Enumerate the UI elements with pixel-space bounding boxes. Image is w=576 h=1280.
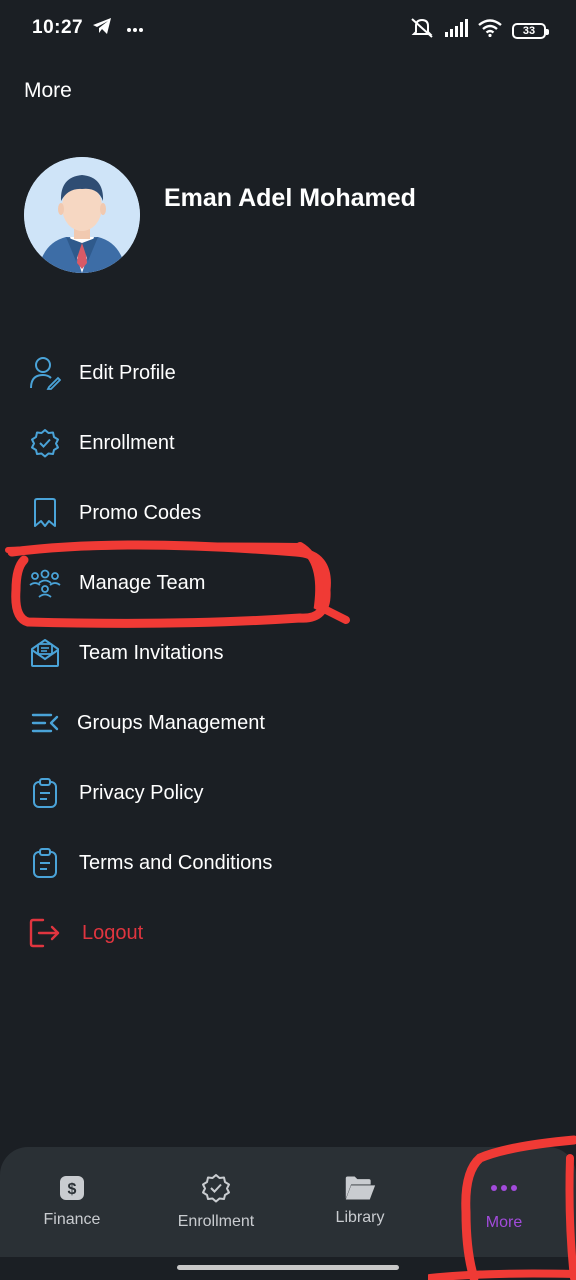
- nav-label: More: [485, 1214, 523, 1231]
- menu-item-logout[interactable]: Logout: [0, 898, 576, 968]
- telegram-icon: [92, 17, 112, 40]
- nav-label: Enrollment: [177, 1213, 255, 1230]
- menu-item-edit-profile[interactable]: Edit Profile: [0, 338, 576, 408]
- menu-collapse-icon: [28, 706, 62, 740]
- battery-icon: 33: [512, 22, 549, 39]
- menu-item-label: Edit Profile: [79, 361, 176, 384]
- menu-item-label: Enrollment: [79, 431, 175, 454]
- wifi-icon: [478, 19, 502, 42]
- more-dots-icon: [126, 20, 144, 38]
- clipboard-icon: [28, 776, 62, 810]
- menu-item-promo-codes[interactable]: Promo Codes: [0, 478, 576, 548]
- menu-item-label: Promo Codes: [79, 501, 202, 524]
- nav-library[interactable]: Library: [288, 1147, 432, 1247]
- menu-item-label: Logout: [82, 921, 144, 944]
- menu-item-label: Manage Team: [79, 571, 206, 594]
- user-edit-icon: [28, 356, 62, 390]
- status-bar: 10:27 33: [0, 0, 576, 60]
- menu-item-terms-and-conditions[interactable]: Terms and Conditions: [0, 828, 576, 898]
- bookmark-icon: [28, 496, 62, 530]
- menu-item-label: Team Invitations: [79, 641, 224, 664]
- nav-label: Library: [335, 1209, 385, 1226]
- page-title: More: [24, 79, 72, 102]
- user-name: Eman Adel Mohamed: [164, 184, 416, 212]
- nav-label: Finance: [43, 1211, 101, 1228]
- menu-item-privacy-policy[interactable]: Privacy Policy: [0, 758, 576, 828]
- badge-check-icon: [28, 426, 62, 460]
- menu-item-label: Groups Management: [77, 711, 265, 734]
- nav-enrollment[interactable]: Enrollment: [144, 1147, 288, 1247]
- dollar-icon: $: [56, 1173, 88, 1203]
- folder-open-icon: [344, 1173, 376, 1203]
- avatar[interactable]: [24, 157, 140, 273]
- menu-item-label: Terms and Conditions: [79, 851, 273, 874]
- nav-more[interactable]: More: [432, 1147, 576, 1247]
- svg-text:$: $: [68, 1181, 77, 1198]
- nav-finance[interactable]: $ Finance: [0, 1147, 144, 1247]
- dots-icon: [488, 1173, 520, 1203]
- menu-item-enrollment[interactable]: Enrollment: [0, 408, 576, 478]
- menu-item-team-invitations[interactable]: Team Invitations: [0, 618, 576, 688]
- mail-icon: [28, 636, 62, 670]
- menu-item-manage-team[interactable]: Manage Team: [0, 548, 576, 618]
- menu-item-groups-management[interactable]: Groups Management: [0, 688, 576, 758]
- menu-item-label: Privacy Policy: [79, 781, 204, 804]
- signal-icon: [444, 19, 468, 42]
- status-time: 10:27: [32, 17, 84, 38]
- mute-icon: [410, 17, 434, 44]
- bottom-navigation: $ Finance Enrollment Library More: [0, 1147, 576, 1257]
- gesture-bar[interactable]: [177, 1265, 399, 1270]
- team-icon: [28, 566, 62, 600]
- badge-check-icon: [200, 1173, 232, 1203]
- logout-icon: [28, 916, 62, 950]
- clipboard-icon: [28, 846, 62, 880]
